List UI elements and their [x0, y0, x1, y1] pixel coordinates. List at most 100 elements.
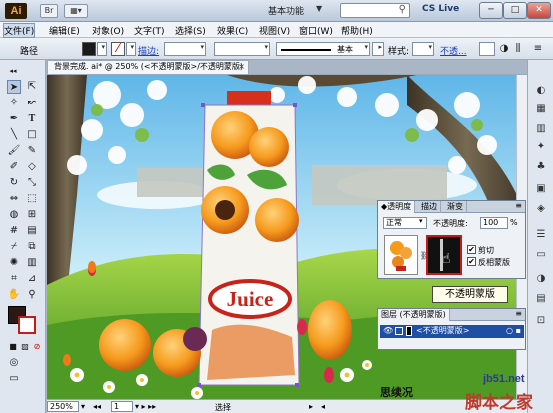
menu-help[interactable]: 帮助(H): [341, 24, 373, 37]
shape-builder-tool-icon[interactable]: ◍: [7, 208, 21, 222]
stroke-dropdown[interactable]: ▾: [126, 42, 136, 56]
tab-gradient[interactable]: 渐变: [444, 201, 467, 213]
document-tab[interactable]: 背景完成. ai* @ 250% (<不透明蒙版>/不透明蒙版) ×: [47, 60, 249, 74]
stroke-weight-input[interactable]: ▾: [164, 42, 206, 56]
panel-menu-icon[interactable]: ≡: [515, 201, 522, 210]
brushes-panel-icon[interactable]: ✦: [533, 140, 549, 154]
screen-mode-icon[interactable]: ▭: [7, 372, 21, 386]
collapse-tools-icon[interactable]: ◂◂: [6, 64, 20, 78]
tab-transparency[interactable]: ◆透明度: [378, 201, 416, 213]
status-mode-text[interactable]: 选择: [215, 402, 231, 413]
blend-tool-icon[interactable]: ⧉: [25, 240, 39, 254]
color-guide-icon[interactable]: ▦: [533, 102, 549, 116]
menu-edit[interactable]: 编辑(E): [49, 24, 80, 37]
graphic-styles-icon[interactable]: ▣: [533, 182, 549, 196]
blob-brush-tool-icon[interactable]: ✐: [7, 160, 21, 174]
opacity-mini-field[interactable]: [479, 42, 495, 56]
layers-menu-icon[interactable]: ≡: [515, 309, 522, 318]
workspace-switcher[interactable]: 基本功能: [268, 4, 304, 17]
fill-swatch[interactable]: [82, 42, 96, 56]
panel-menu-icon[interactable]: ≡: [531, 42, 545, 56]
eraser-tool-icon[interactable]: ◇: [25, 160, 39, 174]
type-tool-icon[interactable]: T: [25, 112, 39, 126]
swatches-panel-icon[interactable]: ▥: [533, 122, 549, 136]
close-button[interactable]: ✕: [527, 2, 551, 19]
page-number-input[interactable]: 1: [111, 401, 133, 412]
artboard-tool-icon[interactable]: ⌗: [7, 272, 21, 286]
layers-panel-icon[interactable]: ▤: [533, 292, 549, 306]
gradient-tool-icon[interactable]: ▤: [25, 224, 39, 238]
artboards-panel-icon[interactable]: ⊡: [533, 314, 549, 328]
gradient-panel-icon[interactable]: ▭: [533, 248, 549, 262]
menu-effect[interactable]: 效果(C): [217, 24, 248, 37]
minimize-button[interactable]: ─: [479, 2, 503, 19]
mesh-tool-icon[interactable]: #: [7, 224, 21, 238]
brush-definition[interactable]: 基本 ▾: [276, 42, 370, 56]
first-page-icon[interactable]: ◂◂: [93, 402, 101, 411]
bridge-button[interactable]: Br: [40, 4, 58, 18]
target-indicator-icon[interactable]: ○ ▪: [506, 325, 521, 337]
help-search-input[interactable]: ⚲: [340, 3, 410, 18]
rectangle-tool-icon[interactable]: □: [25, 128, 39, 142]
magic-wand-tool-icon[interactable]: ✧: [7, 96, 21, 110]
lasso-tool-icon[interactable]: ↜: [25, 96, 39, 110]
tab-layers[interactable]: 图层 (不透明蒙版): [378, 309, 450, 321]
eyedropper-tool-icon[interactable]: ⌿: [7, 240, 21, 254]
blend-chevron-icon[interactable]: ▾: [419, 217, 423, 225]
paintbrush-tool-icon[interactable]: 🖌: [7, 144, 21, 158]
close-document-icon[interactable]: ×: [238, 61, 245, 73]
align-icon[interactable]: ⫼: [511, 42, 525, 56]
workspace-chevron-icon[interactable]: ▼: [316, 4, 322, 13]
maximize-button[interactable]: □: [503, 2, 527, 19]
slice-tool-icon[interactable]: ⊿: [25, 272, 39, 286]
brush-menu-button[interactable]: ▸: [372, 42, 384, 56]
symbol-sprayer-tool-icon[interactable]: ✺: [7, 256, 21, 270]
column-graph-tool-icon[interactable]: ▥: [25, 256, 39, 270]
symbols-panel-icon[interactable]: ♣: [533, 160, 549, 174]
arrange-documents-icon[interactable]: ▦▾: [64, 4, 88, 18]
rotate-tool-icon[interactable]: ↻: [7, 176, 21, 190]
status-menu-icon[interactable]: ▸: [309, 402, 313, 411]
invert-mask-checkbox[interactable]: ✔: [467, 257, 476, 266]
tab-stroke[interactable]: 描边: [418, 201, 441, 213]
transparency-panel-icon[interactable]: ◑: [533, 272, 549, 286]
opacity-input[interactable]: 100: [480, 217, 508, 229]
opacity-link[interactable]: 不透...: [440, 44, 467, 57]
visibility-eye-icon[interactable]: 👁: [383, 325, 393, 337]
appearance-panel-icon[interactable]: ◈: [533, 202, 549, 216]
hand-tool-icon[interactable]: ✋: [7, 288, 21, 302]
clip-checkbox[interactable]: ✔: [467, 245, 476, 254]
fill-dropdown[interactable]: ▾: [97, 42, 107, 56]
menu-view[interactable]: 视图(V): [259, 24, 290, 37]
width-tool-icon[interactable]: ⇔: [7, 192, 21, 206]
menu-window[interactable]: 窗口(W): [299, 24, 333, 37]
artwork-thumbnail[interactable]: [384, 235, 418, 275]
variable-width-profile[interactable]: ▾: [214, 42, 270, 56]
menu-type[interactable]: 文字(T): [134, 24, 165, 37]
perspective-grid-tool-icon[interactable]: ⊞: [25, 208, 39, 222]
layer-row-selected[interactable]: 👁 <不透明蒙版> ○ ▪: [380, 325, 524, 338]
graphic-style-picker[interactable]: ▾: [412, 42, 434, 56]
color-panel-icon[interactable]: ◐: [533, 84, 549, 98]
menu-object[interactable]: 对象(O): [92, 24, 124, 37]
stroke-color-box[interactable]: [18, 316, 36, 334]
menu-file[interactable]: 文件(F): [2, 23, 36, 38]
drawing-mode-icon[interactable]: ◎: [7, 356, 21, 370]
cs-live-button[interactable]: CS Live: [422, 4, 459, 14]
scale-tool-icon[interactable]: ⤡: [25, 176, 39, 190]
recolor-artwork-icon[interactable]: ◑: [497, 42, 511, 56]
line-tool-icon[interactable]: ╲: [7, 128, 21, 142]
zoom-chevron-icon[interactable]: ▾: [81, 402, 85, 411]
selection-tool-icon[interactable]: ➤: [7, 80, 21, 94]
pen-tool-icon[interactable]: ✒: [7, 112, 21, 126]
stroke-weight-link[interactable]: 描边:: [138, 44, 159, 57]
direct-selection-tool-icon[interactable]: ⇱: [25, 80, 39, 94]
none-mode-icon[interactable]: ⊘: [30, 340, 44, 354]
hscroll-left-icon[interactable]: ◂: [321, 402, 325, 411]
stroke-swatch[interactable]: ⁄: [111, 42, 125, 56]
page-nav-icon[interactable]: ▾ ▸ ▸▸: [135, 402, 156, 411]
menu-select[interactable]: 选择(S): [175, 24, 206, 37]
zoom-tool-icon[interactable]: ⚲: [25, 288, 39, 302]
mask-thumbnail[interactable]: ☝: [426, 235, 462, 275]
free-transform-tool-icon[interactable]: ⬚: [25, 192, 39, 206]
